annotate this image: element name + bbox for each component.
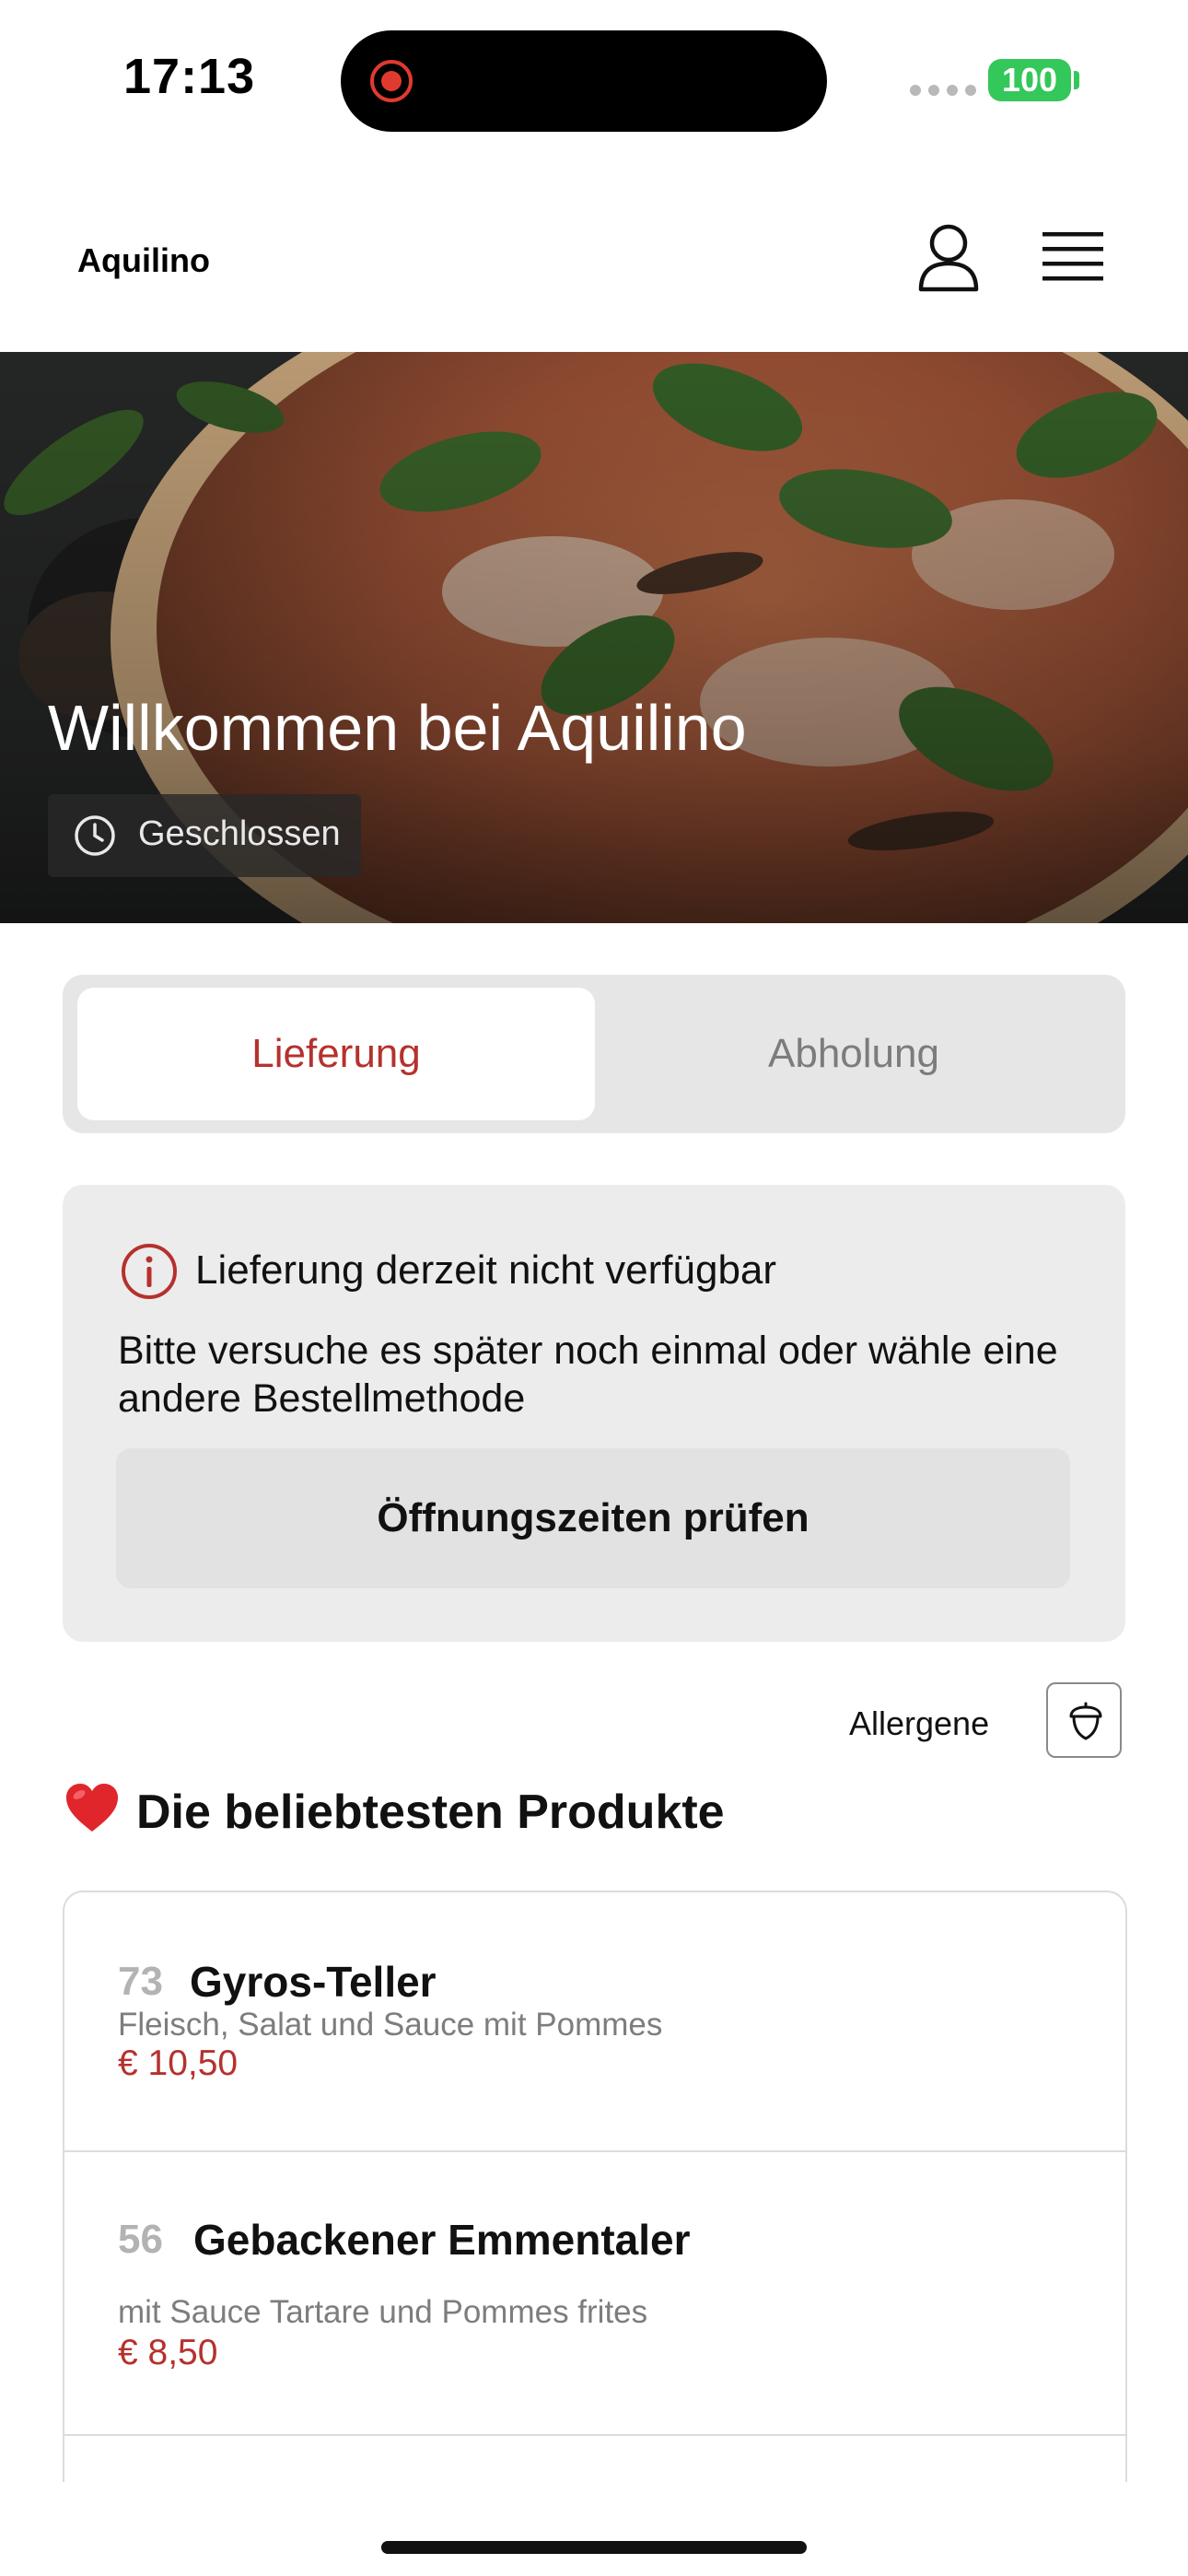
info-icon — [122, 1244, 177, 1299]
tab-pickup[interactable]: Abholung — [595, 988, 1112, 1120]
product-name: Gebackener Emmentaler — [193, 2216, 691, 2264]
battery-indicator: 100 — [988, 59, 1071, 101]
tab-delivery[interactable]: Lieferung — [77, 988, 595, 1120]
popular-products-heading: Die beliebtesten Produkte — [64, 1782, 725, 1840]
allergens-label: Allergene — [849, 1704, 990, 1742]
product-price: € 10,50 — [118, 2043, 239, 2083]
menu-button[interactable] — [1041, 228, 1105, 286]
notice-title: Lieferung derzeit nicht verfügbar — [195, 1247, 777, 1293]
status-time: 17:13 — [123, 49, 256, 104]
product-description: mit Sauce Tartare und Pommes frites — [118, 2294, 648, 2330]
hero-banner: Willkommen bei Aquilino Geschlossen — [0, 352, 1188, 923]
app-header: Aquilino — [0, 157, 1188, 352]
record-icon — [370, 60, 413, 102]
user-icon — [918, 224, 979, 292]
product-item[interactable]: 73 Gyros-Teller Fleisch, Salat und Sauce… — [64, 1892, 1125, 2152]
battery-tip — [1074, 71, 1079, 89]
product-description: Fleisch, Salat und Sauce mit Pommes — [118, 2007, 663, 2043]
product-item[interactable]: 56 Gebackener Emmentaler mit Sauce Tarta… — [64, 2152, 1125, 2436]
heart-icon — [66, 1784, 118, 1832]
account-button[interactable] — [915, 223, 982, 293]
cellular-signal-icon — [910, 85, 976, 96]
product-number: 56 — [118, 2217, 163, 2262]
order-mode-selector: Lieferung Abholung — [63, 975, 1125, 1133]
delivery-unavailable-notice: Lieferung derzeit nicht verfügbar Bitte … — [63, 1185, 1125, 1642]
product-price: € 8,50 — [118, 2333, 218, 2372]
home-indicator — [381, 2541, 807, 2554]
opening-status-label: Geschlossen — [138, 814, 341, 853]
opening-status-badge: Geschlossen — [48, 794, 361, 877]
product-name: Gyros-Teller — [190, 1958, 437, 2006]
brand-name[interactable]: Aquilino — [77, 241, 210, 280]
acorn-icon — [1069, 1702, 1102, 1740]
allergens-button[interactable] — [1046, 1682, 1122, 1758]
hero-title: Willkommen bei Aquilino — [48, 692, 747, 764]
check-opening-hours-button[interactable]: Öffnungszeiten prüfen — [116, 1448, 1070, 1588]
menu-icon — [1042, 232, 1103, 281]
clock-icon — [75, 815, 115, 856]
popular-products-list: 73 Gyros-Teller Fleisch, Salat und Sauce… — [63, 1891, 1127, 2482]
notice-body: Bitte versuche es später noch einmal ode… — [118, 1329, 1058, 1421]
popular-products-title: Die beliebtesten Produkte — [136, 1786, 725, 1839]
dynamic-island — [341, 30, 827, 132]
status-bar: 17:13 100 — [0, 0, 1188, 157]
product-number: 73 — [118, 1959, 163, 2004]
